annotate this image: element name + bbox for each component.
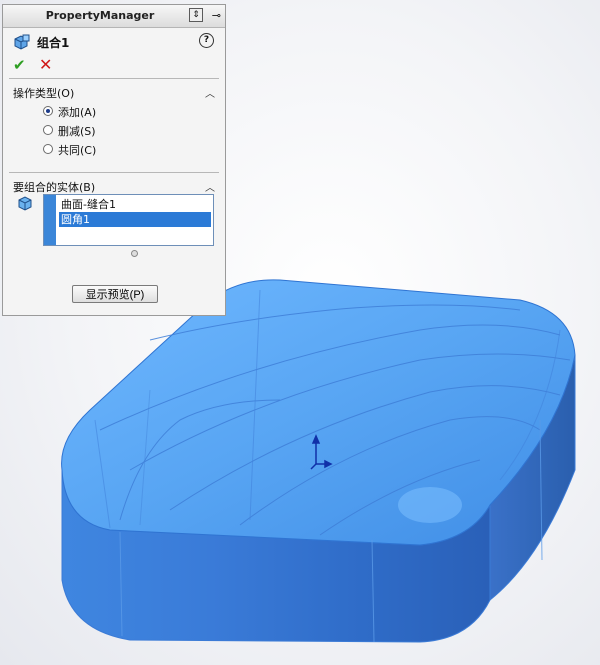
panel-header: PropertyManager ⇕ ⊸ [3,5,225,28]
list-resize-handle[interactable] [131,250,138,257]
radio-add-label: 添加(A) [58,106,97,119]
radio-add-button[interactable] [43,106,53,116]
bodies-list[interactable]: 曲面-缝合1 圆角1 [43,194,214,246]
solid-body-icon [17,196,33,215]
radio-subtract-label: 删减(S) [58,125,96,138]
list-item[interactable]: 圆角1 [59,212,211,227]
collapse-chevron-icon[interactable]: ︿ [205,179,215,194]
radio-common-label: 共同(C) [58,144,97,157]
feature-row: 组合1 ? [3,28,225,54]
collapse-chevron-icon[interactable]: ︿ [205,85,215,100]
property-manager-panel: PropertyManager ⇕ ⊸ 组合1 ? ✔ ✕ 操作类型(O) ︿ … [2,4,226,316]
ok-check-icon[interactable]: ✔ [13,56,26,74]
combine-feature-icon [13,34,31,53]
help-icon[interactable]: ? [199,33,214,48]
radio-common-button[interactable] [43,144,53,154]
feature-name: 组合1 [37,36,70,50]
cancel-x-icon[interactable]: ✕ [39,55,52,74]
pin-icon[interactable]: ⊸ [212,9,221,22]
panel-title: PropertyManager [45,9,155,22]
fillet-bump [398,487,462,523]
bodies-title: 要组合的实体(B) [13,181,96,194]
bodies-group: 要组合的实体(B) ︿ 曲面-缝合1 圆角1 [3,172,225,266]
show-preview-button[interactable]: 显示预览(P) [72,285,158,303]
operation-type-group: 操作类型(O) ︿ 添加(A) 删减(S) 共同(C) [3,78,225,172]
list-item[interactable]: 曲面-缝合1 [59,197,211,212]
expand-panel-icon[interactable]: ⇕ [189,8,203,22]
radio-subtract-button[interactable] [43,125,53,135]
operation-type-title: 操作类型(O) [13,87,75,100]
action-row: ✔ ✕ [3,54,225,78]
